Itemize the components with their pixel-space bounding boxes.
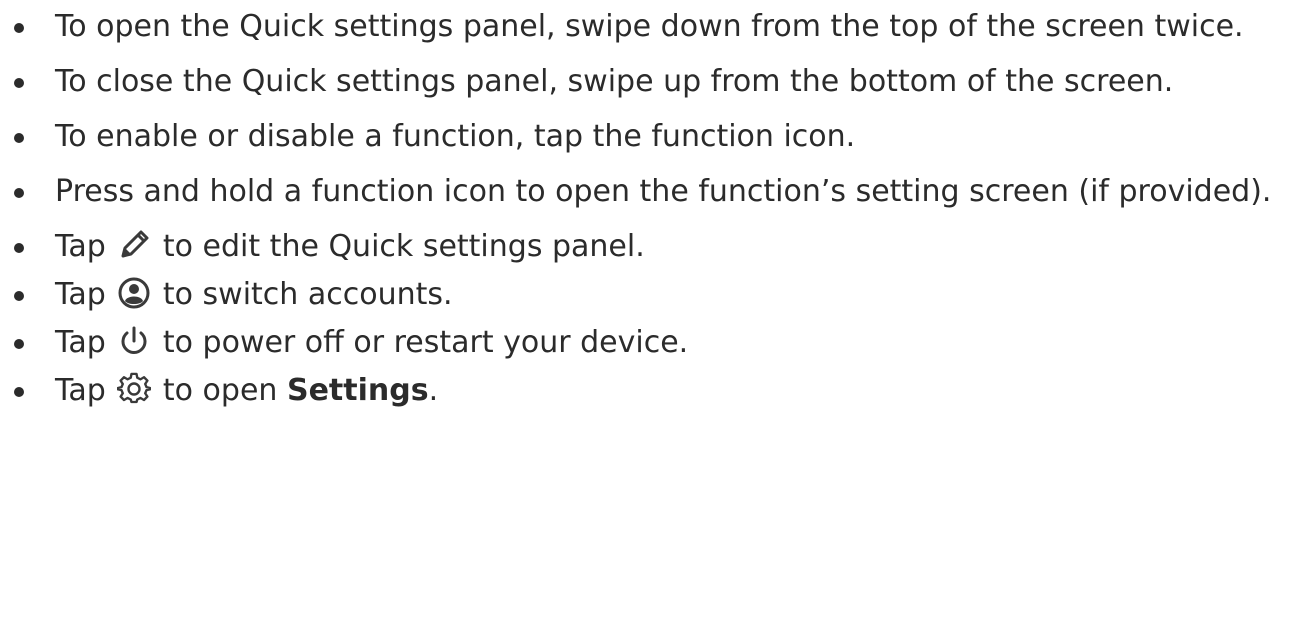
- item-prefix: Tap: [55, 277, 106, 312]
- item-suffix: to open: [162, 373, 278, 408]
- gear-icon: [117, 372, 152, 404]
- pencil-icon: [121, 230, 149, 258]
- item-text: Press and hold a function icon to open t…: [55, 174, 1272, 209]
- list-item: Tap to power off or restart your device.: [0, 322, 1315, 364]
- item-suffix: to edit the Quick settings panel.: [162, 229, 645, 264]
- bullet-dot: [14, 243, 24, 253]
- item-text: To close the Quick settings panel, swipe…: [55, 64, 1174, 99]
- bullet-dot: [14, 291, 24, 301]
- document-page: To open the Quick settings panel, swipe …: [0, 0, 1315, 631]
- item-text: To open the Quick settings panel, swipe …: [55, 9, 1244, 44]
- list-item: Tap to edit the Quick settings panel.: [0, 226, 1315, 268]
- item-prefix: Tap: [55, 325, 106, 360]
- power-icon: [121, 326, 147, 354]
- list-item: To open the Quick settings panel, swipe …: [0, 6, 1315, 48]
- settings-label: Settings: [286, 373, 429, 408]
- bullet-dot: [14, 188, 24, 198]
- item-end: .: [428, 373, 439, 408]
- bullet-dot: [14, 23, 24, 33]
- quick-settings-instructions: To open the Quick settings panel, swipe …: [0, 6, 1315, 412]
- list-item: Press and hold a function icon to open t…: [0, 171, 1315, 213]
- account-icon: [118, 277, 150, 309]
- bullet-dot: [14, 78, 24, 88]
- bullet-dot: [14, 339, 24, 349]
- list-item: To enable or disable a function, tap the…: [0, 116, 1315, 158]
- bullet-dot: [14, 133, 24, 143]
- item-prefix: Tap: [55, 229, 106, 264]
- item-suffix: to power off or restart your device.: [162, 325, 689, 360]
- bullet-dot: [14, 387, 24, 397]
- item-prefix: Tap: [55, 373, 106, 408]
- list-item: Tap to switch accounts.: [0, 274, 1315, 316]
- item-text: To enable or disable a function, tap the…: [55, 119, 856, 154]
- list-item: Tap to open Settings.: [0, 370, 1315, 412]
- item-suffix: to switch accounts.: [162, 277, 453, 312]
- list-item: To close the Quick settings panel, swipe…: [0, 61, 1315, 103]
